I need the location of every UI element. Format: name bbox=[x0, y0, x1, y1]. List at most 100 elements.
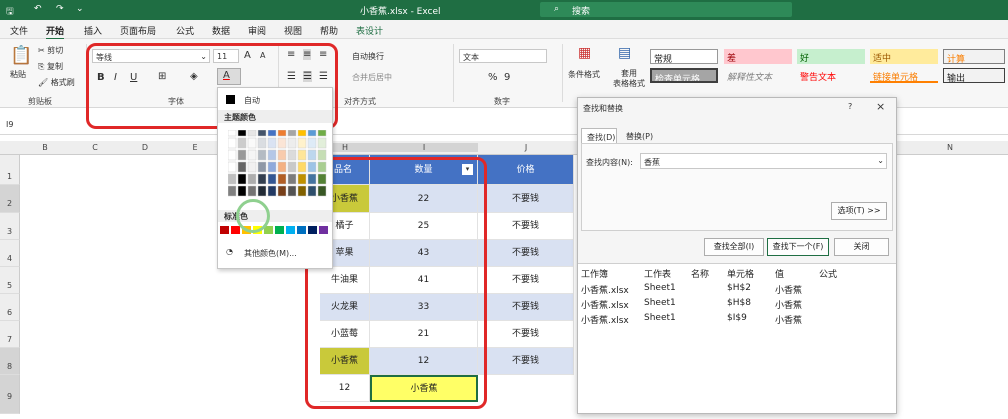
color-swatch[interactable] bbox=[247, 130, 257, 137]
conditional-format-button[interactable]: 条件格式 bbox=[568, 69, 600, 80]
col-header-b[interactable]: B bbox=[20, 143, 70, 152]
color-swatch[interactable] bbox=[317, 173, 327, 185]
color-swatch[interactable] bbox=[247, 149, 257, 161]
col-header-i[interactable]: I bbox=[370, 143, 478, 152]
standard-color-swatch[interactable] bbox=[286, 226, 295, 234]
style-output[interactable]: 输出 bbox=[943, 68, 1005, 83]
color-swatch[interactable] bbox=[277, 149, 287, 161]
row-header-2[interactable]: 2 bbox=[0, 185, 20, 213]
tab-home[interactable]: 开始 bbox=[46, 24, 65, 40]
row-header-5[interactable]: 5 bbox=[0, 267, 20, 294]
color-swatch[interactable] bbox=[237, 149, 247, 161]
tab-find[interactable]: 查找(D) bbox=[581, 128, 617, 143]
color-swatch[interactable] bbox=[287, 130, 297, 137]
style-calculation[interactable]: 计算 bbox=[943, 49, 1005, 64]
format-painter-button[interactable]: 🖌 格式刷 bbox=[38, 77, 75, 88]
paste-icon[interactable]: 📋 bbox=[10, 45, 32, 66]
color-swatch[interactable] bbox=[287, 149, 297, 161]
standard-color-swatch[interactable] bbox=[319, 226, 328, 234]
color-swatch[interactable] bbox=[247, 137, 257, 149]
color-swatch[interactable] bbox=[317, 137, 327, 149]
color-swatch[interactable] bbox=[237, 185, 247, 197]
save-icon[interactable]: 🖫 bbox=[6, 4, 14, 20]
tab-formulas[interactable]: 公式 bbox=[176, 24, 194, 37]
find-next-button[interactable]: 查找下一个(F) bbox=[767, 238, 829, 256]
undo-icon[interactable]: ↶ bbox=[34, 4, 42, 14]
color-swatch[interactable] bbox=[287, 161, 297, 173]
percent-button[interactable]: % bbox=[488, 72, 498, 83]
row-header-6[interactable]: 6 bbox=[0, 294, 20, 321]
color-swatch[interactable] bbox=[297, 149, 307, 161]
color-swatch[interactable] bbox=[297, 185, 307, 197]
paste-label[interactable]: 粘贴 bbox=[10, 69, 26, 80]
color-swatch[interactable] bbox=[267, 185, 277, 197]
close-icon[interactable]: × bbox=[876, 100, 885, 113]
color-swatch[interactable] bbox=[317, 130, 327, 137]
table-row-price[interactable]: 不要钱 bbox=[478, 294, 574, 321]
color-swatch[interactable] bbox=[247, 185, 257, 197]
color-swatch[interactable] bbox=[307, 185, 317, 197]
table-row-price[interactable]: 不要钱 bbox=[478, 348, 574, 375]
color-swatch[interactable] bbox=[228, 173, 237, 185]
color-swatch[interactable] bbox=[317, 161, 327, 173]
tab-data[interactable]: 数据 bbox=[212, 24, 230, 37]
color-swatch[interactable] bbox=[228, 137, 237, 149]
options-button[interactable]: 选项(T) >> bbox=[831, 202, 887, 220]
standard-color-swatch[interactable] bbox=[308, 226, 317, 234]
style-good[interactable]: 好 bbox=[797, 49, 865, 64]
tab-file[interactable]: 文件 bbox=[10, 24, 28, 37]
tab-replace[interactable]: 替换(P) bbox=[626, 131, 653, 142]
style-bad[interactable]: 差 bbox=[724, 49, 792, 64]
color-swatch[interactable] bbox=[228, 149, 237, 161]
color-swatch[interactable] bbox=[277, 137, 287, 149]
color-swatch[interactable] bbox=[228, 185, 237, 197]
auto-color-label[interactable]: 自动 bbox=[244, 95, 260, 106]
row-header-1[interactable]: 1 bbox=[0, 155, 20, 185]
col-header-j[interactable]: J bbox=[478, 143, 574, 152]
standard-color-grid[interactable] bbox=[220, 226, 332, 236]
color-swatch[interactable] bbox=[307, 161, 317, 173]
color-swatch[interactable] bbox=[247, 161, 257, 173]
customize-icon[interactable]: ⌄ bbox=[76, 4, 84, 14]
auto-color-swatch[interactable] bbox=[226, 95, 235, 104]
find-what-input[interactable]: 香蕉 ⌄ bbox=[640, 153, 887, 169]
standard-color-swatch[interactable] bbox=[275, 226, 284, 234]
list-item[interactable]: 小香蕉.xlsx Sheet1 $I$9 小香蕉 bbox=[581, 313, 881, 327]
table-row-price[interactable]: 不要钱 bbox=[478, 213, 574, 240]
row-header-3[interactable]: 3 bbox=[0, 213, 20, 240]
color-swatch[interactable] bbox=[307, 173, 317, 185]
row-header-8[interactable]: 8 bbox=[0, 348, 20, 375]
color-swatch[interactable] bbox=[267, 149, 277, 161]
color-swatch[interactable] bbox=[237, 161, 247, 173]
standard-color-swatch[interactable] bbox=[297, 226, 306, 234]
col-header-n[interactable]: N bbox=[900, 143, 1000, 152]
name-box[interactable]: I9 bbox=[6, 120, 13, 129]
color-swatch[interactable] bbox=[277, 185, 287, 197]
color-swatch[interactable] bbox=[228, 130, 237, 137]
color-swatch[interactable] bbox=[307, 130, 317, 137]
tab-insert[interactable]: 插入 bbox=[84, 24, 102, 37]
tab-review[interactable]: 审阅 bbox=[248, 24, 266, 37]
color-swatch[interactable] bbox=[277, 130, 287, 137]
chevron-down-icon[interactable]: ⌄ bbox=[877, 156, 884, 165]
style-neutral[interactable]: 适中 bbox=[870, 49, 938, 64]
color-swatch[interactable] bbox=[267, 130, 277, 137]
color-swatch[interactable] bbox=[307, 149, 317, 161]
color-swatch[interactable] bbox=[297, 130, 307, 137]
theme-color-grid[interactable] bbox=[228, 130, 332, 198]
color-swatch[interactable] bbox=[287, 137, 297, 149]
col-header-d[interactable]: D bbox=[120, 143, 170, 152]
color-swatch[interactable] bbox=[257, 185, 267, 197]
style-normal[interactable]: 常规 bbox=[650, 49, 718, 64]
help-button[interactable]: ? bbox=[848, 102, 852, 111]
tab-help[interactable]: 帮助 bbox=[320, 24, 338, 37]
more-colors-button[interactable]: 其他颜色(M)... bbox=[244, 248, 297, 259]
color-swatch[interactable] bbox=[257, 130, 267, 137]
color-swatch[interactable] bbox=[277, 161, 287, 173]
color-swatch[interactable] bbox=[267, 173, 277, 185]
col-header-c[interactable]: C bbox=[70, 143, 120, 152]
color-swatch[interactable] bbox=[237, 137, 247, 149]
style-warning[interactable]: 警告文本 bbox=[797, 68, 865, 83]
tab-page-layout[interactable]: 页面布局 bbox=[120, 24, 156, 37]
color-swatch[interactable] bbox=[237, 130, 247, 137]
